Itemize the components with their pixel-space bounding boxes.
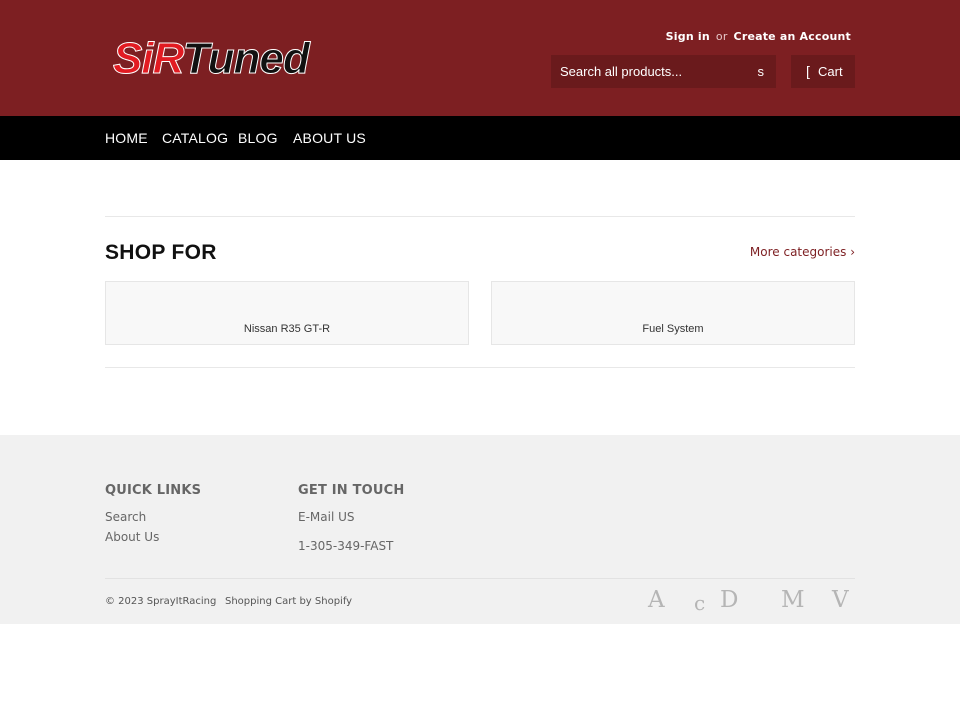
powered-by-link[interactable]: Shopping Cart by Shopify	[225, 596, 352, 607]
main-nav: HOME CATALOG BLOG ABOUT US	[0, 116, 960, 160]
footer-link-search[interactable]: Search	[105, 510, 146, 524]
cart-button[interactable]: [ Cart	[791, 55, 855, 88]
search-placeholder: Search all products...	[560, 64, 683, 79]
amex-icon: A	[648, 587, 665, 613]
visa-icon: V	[832, 587, 849, 613]
footer-link-about-us[interactable]: About Us	[105, 530, 159, 544]
site-footer: QUICK LINKS Search About Us GET IN TOUCH…	[0, 435, 960, 624]
get-in-touch-title: GET IN TOUCH	[298, 483, 405, 498]
create-account-link[interactable]: Create an Account	[734, 30, 851, 43]
search-icon[interactable]: s	[758, 64, 765, 79]
or-text: or	[715, 30, 728, 43]
copyright-text: © 2023 SprayItRacing	[105, 596, 217, 607]
divider-top	[105, 216, 855, 217]
site-header: SiRTuned Sign in or Create an Account Sear…	[0, 0, 960, 116]
mastercard-icon: M	[781, 587, 805, 613]
search-input[interactable]: Search all products... s	[551, 55, 776, 88]
footer-divider	[105, 578, 855, 579]
logo-text-tuned: Tuned	[182, 34, 310, 84]
category-card-nissan[interactable]: Nissan R35 GT-R	[105, 281, 469, 345]
nav-item-about-us[interactable]: ABOUT US	[293, 130, 366, 146]
category-label: Nissan R35 GT-R	[243, 323, 331, 335]
logo-text-sir: SiR	[113, 34, 185, 84]
nav-item-catalog[interactable]: CATALOG	[162, 130, 228, 146]
category-label: Fuel System	[642, 323, 704, 335]
sign-in-link[interactable]: Sign in	[666, 30, 710, 43]
divider-bottom	[105, 367, 855, 368]
nav-item-blog[interactable]: BLOG	[238, 130, 278, 146]
account-links: Sign in or Create an Account	[666, 30, 851, 43]
more-categories-link[interactable]: More categories ›	[750, 245, 855, 259]
cart-label: Cart	[818, 64, 843, 79]
section-title: SHOP FOR	[105, 241, 217, 264]
category-card-fuel-system[interactable]: Fuel System	[491, 281, 855, 345]
discover-icon: D	[720, 587, 739, 613]
nav-item-home[interactable]: HOME	[105, 130, 148, 146]
quick-links-title: QUICK LINKS	[105, 483, 202, 498]
site-logo[interactable]: SiRTuned	[113, 34, 333, 84]
cart-icon: [	[806, 63, 810, 79]
footer-phone: 1-305-349-FAST	[298, 539, 394, 553]
diners-club-icon: c	[694, 591, 706, 615]
footer-link-email[interactable]: E-Mail US	[298, 510, 355, 524]
